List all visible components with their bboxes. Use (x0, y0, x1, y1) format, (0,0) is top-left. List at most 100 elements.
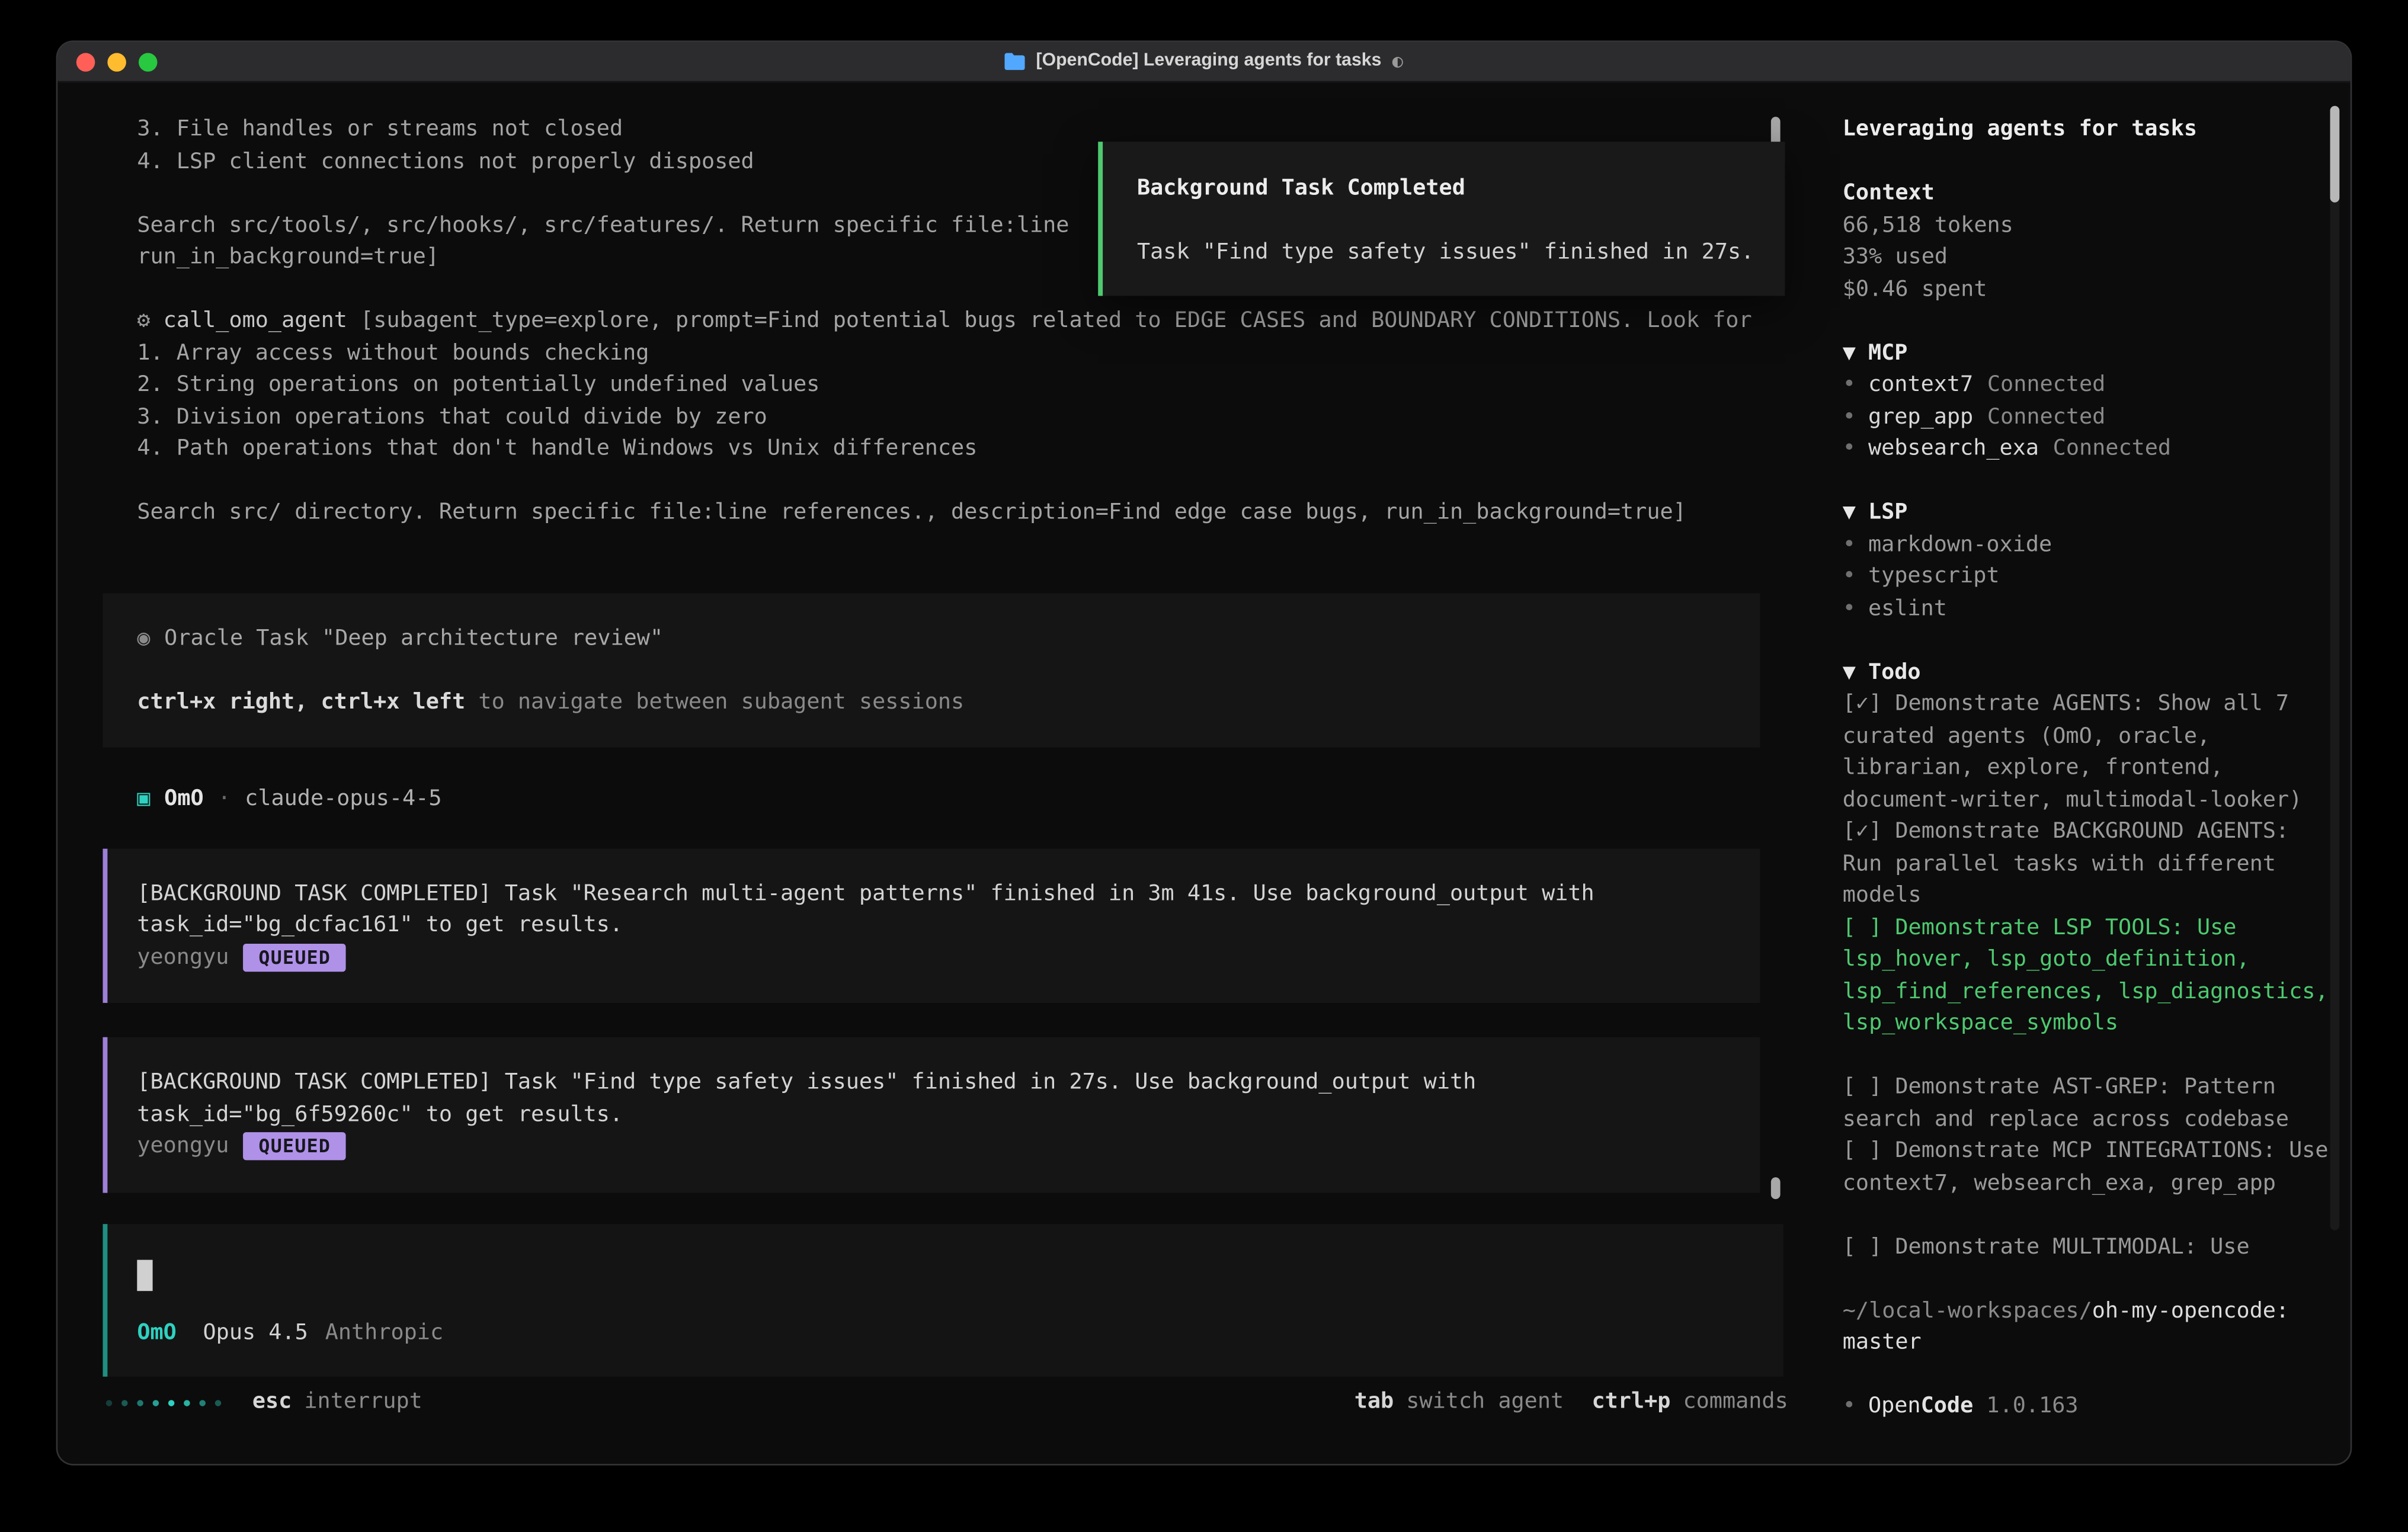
todo-item-pending: [ ] Demonstrate AST-GREP: Pattern search… (1843, 1072, 2333, 1136)
todo-item-done: [✓] Demonstrate AGENTS: Show all 7 curat… (1843, 688, 2333, 816)
esc-key-label: esc (252, 1386, 292, 1418)
spinner-icon: ◐ (1392, 46, 1403, 78)
toast-body: Task "Find type safety issues" finished … (1137, 237, 1785, 269)
statusbar-left: esc interrupt (106, 1386, 422, 1418)
mcp-item: •context7Connected (1843, 369, 2333, 401)
main-scrollbar-thumb-bottom[interactable] (1771, 1177, 1781, 1199)
bullet-icon: • (1843, 595, 1856, 620)
log-line: 1. Array access without bounds checking (57, 337, 1786, 369)
log-line: 4. Path operations that don't handle Win… (57, 433, 1786, 465)
bullet-icon: • (1843, 564, 1856, 589)
lsp-item: • typescript (1843, 560, 2333, 592)
active-provider-label: Anthropic (325, 1317, 443, 1349)
bullet-icon: • (1843, 1394, 1856, 1419)
oracle-task-title: ◉ Oracle Task "Deep architecture review" (137, 623, 1760, 655)
mcp-name: context7 (1868, 372, 1973, 397)
active-model-label: Opus 4.5 (203, 1317, 308, 1349)
tool-call-line: ⚙ call_omo_agent [subagent_type=explore,… (57, 305, 1786, 337)
subagent-nav-hint: ctrl+x right, ctrl+x left to navigate be… (137, 687, 1760, 719)
workspace-path: ~/local-workspaces/oh-my-opencode: maste… (1843, 1295, 2333, 1359)
window-controls (76, 42, 158, 81)
fisheye-icon: ◉ (137, 626, 150, 651)
message-text: task_id="bg_dcfac161" to get results. (137, 909, 1760, 941)
sidebar-scrollbar-thumb[interactable] (2330, 106, 2340, 203)
tool-name: call_omo_agent (164, 308, 347, 333)
bullet-icon: • (1843, 404, 1856, 429)
terminal-window: [OpenCode] Leveraging agents for tasks ◐… (57, 42, 2350, 1464)
mcp-status: Connected (2053, 436, 2171, 461)
separator-dot: · (217, 783, 230, 815)
workspace-path-prefix: ~/local-workspaces/ (1843, 1298, 2092, 1323)
oracle-task-panel: ◉Oracle Task "Deep architecture review" … (103, 594, 1760, 747)
todo-item-pending: [ ] Demonstrate MCP INTEGRATIONS: Use co… (1843, 1135, 2333, 1199)
mcp-name: grep_app (1868, 404, 1973, 429)
notification-toast[interactable]: Background Task Completed Task "Find typ… (1098, 142, 1785, 296)
switch-agent-hint: tab switch agent (1354, 1386, 1564, 1418)
todo-item-active: [ ] Demonstrate LSP TOOLS: Use lsp_hover… (1843, 912, 2333, 1040)
log-line: 3. File handles or streams not closed (57, 114, 1786, 146)
collapse-triangle-icon: ▼ (1843, 659, 1856, 684)
lsp-section-header[interactable]: ▼ LSP (1843, 497, 2333, 529)
agent-session-header: ▣ OmO · claude-opus-4-5 (57, 783, 1786, 815)
todo-item-pending: [ ] Demonstrate MULTIMODAL: Use (1843, 1231, 2333, 1263)
screen: [OpenCode] Leveraging agents for tasks ◐… (0, 0, 2408, 1532)
window-title: [OpenCode] Leveraging agents for tasks ◐ (1005, 46, 1403, 78)
status-badge: QUEUED (243, 1133, 346, 1161)
todo-section-header[interactable]: ▼ Todo (1843, 656, 2333, 688)
lsp-name: typescript (1868, 564, 2000, 589)
lsp-item: • eslint (1843, 592, 2333, 624)
todo-heading-label: Todo (1868, 659, 1921, 684)
context-spent: $0.46 spent (1843, 273, 2333, 305)
agent-model: claude-opus-4-5 (245, 783, 441, 815)
oracle-task-label: Oracle Task "Deep architecture review" (164, 626, 663, 651)
agent-square-icon: ▣ (137, 783, 150, 815)
lsp-name: eslint (1868, 595, 1947, 620)
message-text: [BACKGROUND TASK COMPLETED] Task "Resear… (137, 877, 1760, 909)
ctrl-p-key-label: ctrl+p (1592, 1386, 1670, 1418)
collapse-triangle-icon: ▼ (1843, 500, 1856, 525)
app-name: Open (1868, 1394, 1921, 1419)
mcp-item: • websearch_exa Connected (1843, 433, 2333, 465)
context-heading: Context (1843, 178, 2333, 210)
hint-keybindings: ctrl+x right, ctrl+x left (137, 690, 465, 715)
mcp-heading-label: MCP (1868, 340, 1907, 365)
lsp-name: markdown-oxide (1868, 532, 2052, 557)
message-author: yeongyu (137, 941, 229, 973)
session-title: Leveraging agents for tasks (1843, 114, 2333, 146)
context-used: 33% used (1843, 241, 2333, 273)
close-window-button[interactable] (76, 52, 95, 71)
lsp-heading-label: LSP (1868, 500, 1907, 525)
collapse-triangle-icon: ▼ (1843, 340, 1856, 365)
window-title-text: [OpenCode] Leveraging agents for tasks (1036, 46, 1381, 78)
bullet-icon: • (1843, 436, 1856, 461)
toast-title: Background Task Completed (1137, 173, 1785, 205)
hint-text: to navigate between subagent sessions (478, 690, 964, 715)
progress-spinner (106, 1399, 222, 1406)
interrupt-hint: esc interrupt (252, 1386, 422, 1418)
mcp-name: websearch_exa (1868, 436, 2039, 461)
message-meta: yeongyu QUEUED (137, 941, 1760, 973)
message-block: [BACKGROUND TASK COMPLETED] Task "Resear… (103, 848, 1760, 1003)
commands-label: commands (1683, 1386, 1788, 1418)
statusbar-right: tab switch agent ctrl+p commands (1354, 1386, 1788, 1418)
message-text: task_id="bg_6f59260c" to get results. (137, 1099, 1760, 1131)
fullscreen-window-button[interactable] (139, 52, 158, 71)
todo-item-done: [✓] Demonstrate BACKGROUND AGENTS: Run p… (1843, 816, 2333, 912)
minimize-window-button[interactable] (107, 52, 126, 71)
mcp-section-header[interactable]: ▼ MCP (1843, 337, 2333, 369)
commands-hint: ctrl+p commands (1592, 1386, 1788, 1418)
text-cursor (137, 1259, 152, 1290)
sidebar-scrollbar-track[interactable] (2330, 106, 2340, 1230)
message-block: [BACKGROUND TASK COMPLETED] Task "Find t… (103, 1037, 1760, 1193)
mcp-item: • grep_app Connected (1843, 401, 2333, 433)
bullet-icon: • (1843, 532, 1856, 557)
statusbar: esc interrupt tab switch agent ctrl+p co… (106, 1386, 1788, 1419)
interrupt-label: interrupt (304, 1386, 422, 1418)
bullet-icon: • (1843, 372, 1856, 397)
lsp-item: • markdown-oxide (1843, 528, 2333, 560)
context-tokens: 66,518 tokens (1843, 210, 2333, 242)
prompt-meta: OmO Opus 4.5 Anthropic (137, 1317, 443, 1349)
prompt-input[interactable]: OmO Opus 4.5 Anthropic (103, 1223, 1783, 1376)
mcp-status: Connected (1987, 404, 2105, 429)
message-author: yeongyu (137, 1130, 229, 1162)
